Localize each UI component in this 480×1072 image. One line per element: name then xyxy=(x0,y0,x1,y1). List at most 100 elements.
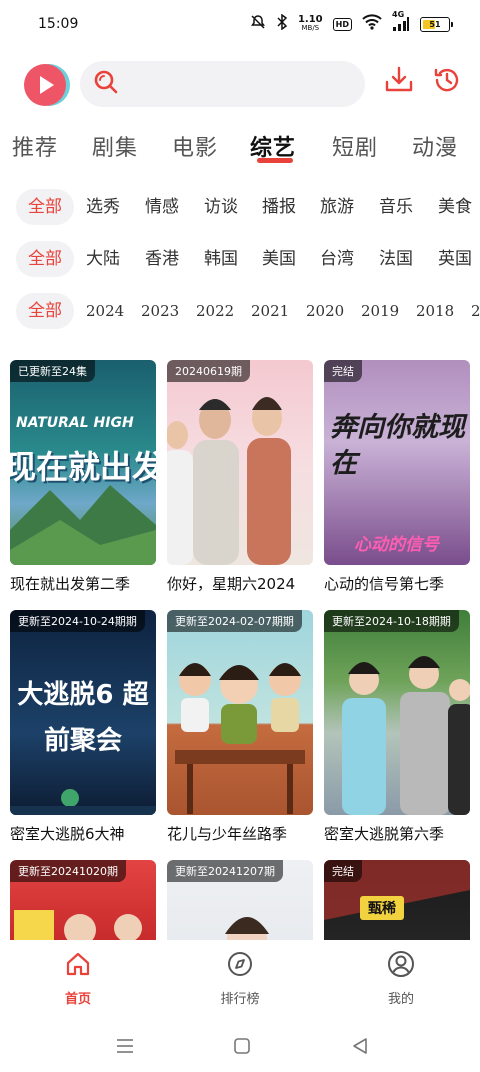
filter-type-item[interactable]: 访谈 xyxy=(204,189,238,225)
nav-label: 我的 xyxy=(387,992,414,1007)
menu-icon[interactable] xyxy=(113,1034,137,1058)
poster-image: 更新至2024-10-18期期 xyxy=(324,610,470,815)
nav-label: 排行榜 xyxy=(220,992,260,1007)
video-card[interactable]: 20240619期 你好，星期六2024 xyxy=(167,360,313,594)
filter-type-item[interactable]: 情感 xyxy=(145,189,179,225)
status-badge: 更新至2024-10-24期期 xyxy=(10,610,145,632)
video-card[interactable]: 甄稀 完结 xyxy=(324,860,470,940)
status-badge: 完结 xyxy=(324,360,362,382)
filter-row-year: 全部 2024 2023 2022 2021 2020 2019 2018 2 xyxy=(0,293,480,331)
compass-icon xyxy=(226,950,254,982)
filter-region-item[interactable]: 英国 xyxy=(438,241,472,277)
wifi-icon xyxy=(362,14,382,34)
bottom-nav: 首页 排行榜 我的 xyxy=(0,940,480,1020)
filter-year-item[interactable]: 2022 xyxy=(196,293,234,329)
filter-region-all[interactable]: 全部 xyxy=(16,241,74,277)
poster-logo: NATURAL HIGH xyxy=(16,415,134,431)
back-icon[interactable] xyxy=(348,1034,372,1058)
status-time: 15:09 xyxy=(38,16,79,32)
filter-year-item[interactable]: 2024 xyxy=(86,293,124,329)
poster-text: 大逃脱6 超前聚会 xyxy=(17,680,149,756)
filter-type-item[interactable]: 旅游 xyxy=(320,189,354,225)
poster-logo: 心动的信号 xyxy=(354,535,439,555)
poster-image: 奔向你就现在 心动的信号 完结 xyxy=(324,360,470,565)
status-badge: 完结 xyxy=(324,860,362,882)
filter-year-item[interactable]: 2020 xyxy=(306,293,344,329)
mute-icon xyxy=(250,14,266,34)
filter-type-all[interactable]: 全部 xyxy=(16,189,74,225)
category-tabs: 推荐 剧集 电影 综艺 短剧 动漫 xyxy=(0,126,480,170)
card-title: 密室大逃脱第六季 xyxy=(324,825,445,843)
filter-year-item[interactable]: 2021 xyxy=(251,293,289,329)
card-title: 现在就出发第二季 xyxy=(10,575,131,593)
search-bar[interactable] xyxy=(80,61,365,107)
video-card[interactable]: 奔向你就现在 心动的信号 完结 心动的信号第七季 xyxy=(324,360,470,594)
filter-year-item[interactable]: 2023 xyxy=(141,293,179,329)
filter-region-item[interactable]: 香港 xyxy=(145,241,179,277)
app-logo[interactable] xyxy=(24,64,66,106)
video-card[interactable]: 更新至2024-10-18期期 密室大逃脱第六季 xyxy=(324,610,470,844)
card-title: 你好，星期六2024 xyxy=(167,575,296,593)
nav-ranking[interactable]: 排行榜 xyxy=(195,950,285,1007)
nav-label: 首页 xyxy=(64,992,91,1007)
poster-image: 甄稀 完结 xyxy=(324,860,470,940)
card-title: 密室大逃脱6大神 xyxy=(10,825,125,843)
battery-icon: 51 xyxy=(420,16,453,32)
filter-region-item[interactable]: 法国 xyxy=(379,241,413,277)
tab-recommend[interactable]: 推荐 xyxy=(12,130,58,162)
filter-region-item[interactable]: 韩国 xyxy=(204,241,238,277)
filter-year-item[interactable]: 2 xyxy=(471,293,480,329)
download-button[interactable] xyxy=(383,66,415,98)
card-title: 心动的信号第七季 xyxy=(324,575,445,593)
filter-region-item[interactable]: 美国 xyxy=(262,241,296,277)
video-card[interactable]: 更新至2024-02-07期期 花儿与少年丝路季 xyxy=(167,610,313,844)
home-icon xyxy=(64,950,92,982)
network-type: 4G xyxy=(392,10,405,19)
poster-logo: 甄稀 xyxy=(360,896,404,920)
system-navigation xyxy=(0,1020,480,1072)
nav-home[interactable]: 首页 xyxy=(33,950,123,1007)
hd-badge: HD xyxy=(332,17,352,31)
video-card[interactable]: 更新至20241020期 xyxy=(10,860,156,940)
filter-region-item[interactable]: 台湾 xyxy=(320,241,354,277)
search-icon xyxy=(92,68,120,100)
status-badge: 已更新至24集 xyxy=(10,360,95,382)
download-icon xyxy=(384,65,414,99)
history-icon xyxy=(432,65,462,99)
search-input[interactable] xyxy=(128,75,348,93)
filter-type-item[interactable]: 播报 xyxy=(262,189,296,225)
tab-movie[interactable]: 电影 xyxy=(172,130,218,162)
poster-image: NATURAL HIGH 现在就出发 已更新至24集 xyxy=(10,360,156,565)
filter-type-item[interactable]: 选秀 xyxy=(86,189,120,225)
filter-type-item[interactable]: 美食 xyxy=(438,189,472,225)
video-card[interactable]: 大逃脱6 超前聚会 更新至2024-10-24期期 密室大逃脱6大神 xyxy=(10,610,156,844)
poster-image: 更新至20241207期 xyxy=(167,860,313,940)
bluetooth-icon xyxy=(276,13,288,34)
play-icon xyxy=(40,76,54,94)
tab-short-drama[interactable]: 短剧 xyxy=(332,130,378,162)
filter-year-all[interactable]: 全部 xyxy=(16,293,74,329)
tab-anime[interactable]: 动漫 xyxy=(412,130,458,162)
status-badge: 更新至2024-10-18期期 xyxy=(324,610,459,632)
video-card[interactable]: NATURAL HIGH 现在就出发 已更新至24集 现在就出发第二季 xyxy=(10,360,156,594)
home-square-icon[interactable] xyxy=(230,1034,254,1058)
speed-value: 1.10 xyxy=(297,14,323,25)
network-speed: 1.10 MB/S xyxy=(298,15,323,33)
tab-series[interactable]: 剧集 xyxy=(92,130,138,162)
poster-text: 奔向你就现在 xyxy=(330,412,465,479)
filter-row-region: 全部 大陆 香港 韩国 美国 台湾 法国 英国 xyxy=(0,241,480,279)
history-button[interactable] xyxy=(431,66,463,98)
filter-year-item[interactable]: 2018 xyxy=(416,293,454,329)
status-bar: 15:09 1.10 MB/S HD 4G 51 xyxy=(0,0,480,52)
profile-icon xyxy=(387,950,415,982)
filter-year-item[interactable]: 2019 xyxy=(361,293,399,329)
status-badge: 20240619期 xyxy=(167,360,250,382)
status-badge: 更新至20241020期 xyxy=(10,860,126,882)
filter-region-item[interactable]: 大陆 xyxy=(86,241,120,277)
card-title: 花儿与少年丝路季 xyxy=(167,825,288,843)
status-icons: 1.10 MB/S HD 4G 51 xyxy=(250,10,453,34)
nav-profile[interactable]: 我的 xyxy=(356,950,446,1007)
video-card[interactable]: 更新至20241207期 xyxy=(167,860,313,940)
filter-type-item[interactable]: 音乐 xyxy=(379,189,413,225)
status-badge: 更新至20241207期 xyxy=(167,860,283,882)
